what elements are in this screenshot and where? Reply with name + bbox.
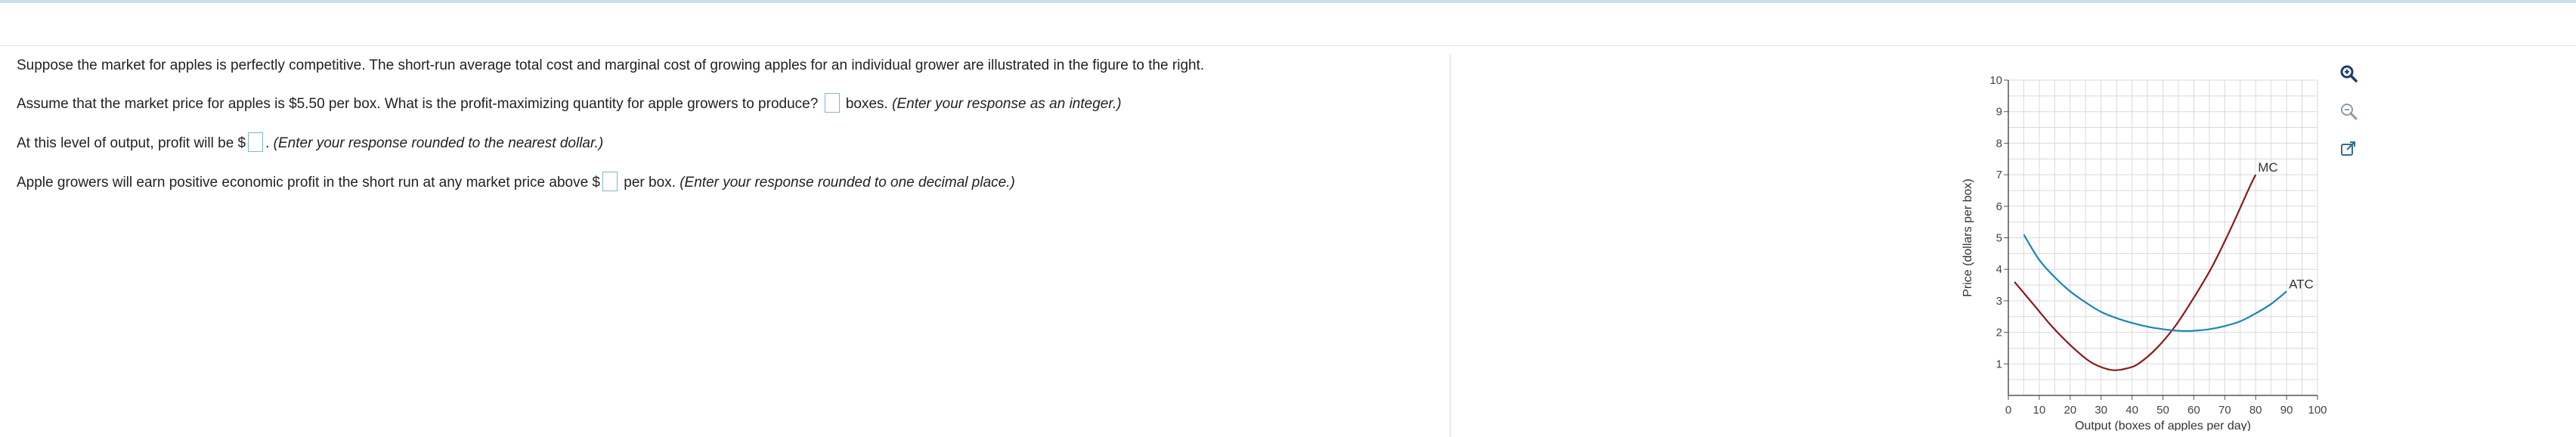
y-tick-label: 9 [1996,106,2002,119]
cost-curves-chart: 0 10 20 30 40 50 60 70 80 90 100 1 2 3 4 5 6 7 8 9 10 Output … [1961,74,2327,431]
profit-prompt: At this level of output, profit will be … [17,135,246,152]
y-tick-label: 10 [1989,74,2002,87]
question-price-threshold: Apple growers will earn positive economi… [17,172,1015,193]
chart-series [2014,174,2287,371]
profit-answer-input[interactable] [248,132,264,152]
y-tick-label: 1 [1996,358,2002,370]
zoom-in-icon [2340,65,2358,82]
threshold-unit: per box. [624,175,676,191]
popout-icon [2341,141,2355,156]
header-divider [0,45,2576,46]
series-label-mc: MC [2258,160,2277,175]
question-intro-text: Suppose the market for apples is perfect… [17,57,1205,73]
y-tick-label: 6 [1996,200,2002,213]
threshold-prompt: Apple growers will earn positive economi… [17,175,600,191]
profit-suffix: . [265,135,270,152]
y-tick-label: 3 [1996,295,2002,308]
zoom-out-button[interactable] [2336,98,2361,124]
quantity-instruction: (Enter your response as an integer.) [892,96,1122,113]
panel-divider [1450,54,1451,437]
x-tick-label: 30 [2095,404,2107,417]
y-tick-label: 7 [1996,169,2002,181]
series-label-atc: ATC [2289,277,2314,291]
question-intro: Suppose the market for apples is perfect… [17,57,1204,75]
question-profit: At this level of output, profit will be … [17,132,604,153]
x-tick-label: 40 [2126,404,2138,417]
threshold-instruction: (Enter your response rounded to one deci… [680,175,1015,191]
question-quantity: Assume that the market price for apples … [17,93,1122,114]
top-accent-bar [0,0,2576,3]
quantity-unit: boxes. [845,96,888,113]
profit-instruction: (Enter your response rounded to the near… [273,135,604,152]
x-tick-label: 20 [2064,404,2076,417]
y-tick-label: 4 [1996,263,2002,276]
x-tick-label: 70 [2218,404,2231,417]
quantity-prompt: Assume that the market price for apples … [17,96,819,113]
chart-grid [2008,79,2318,396]
x-tick-label: 90 [2280,404,2293,417]
x-axis-title: Output (boxes of apples per day) [2075,420,2251,431]
y-tick-label: 5 [1996,232,2002,245]
zoom-out-icon [2341,104,2358,120]
y-axis-title: Price (dollars per box) [1961,178,1974,297]
y-tick-label: 8 [1996,137,2002,150]
quantity-answer-input[interactable] [824,93,840,113]
x-tick-label: 50 [2156,404,2169,417]
chart-axes [2004,79,2318,400]
cost-curves-graph: 0 10 20 30 40 50 60 70 80 90 100 1 2 3 4 5 6 7 8 9 10 Output … [1958,68,2351,431]
x-tick-label: 0 [2005,404,2011,417]
y-tick-label: 2 [1996,327,2002,339]
x-tick-label: 10 [2033,404,2046,417]
x-tick-label: 80 [2249,404,2262,417]
threshold-answer-input[interactable] [602,172,618,191]
popout-button[interactable] [2336,136,2361,162]
x-tick-label: 60 [2187,404,2200,417]
x-tick-label: 100 [2308,404,2327,417]
zoom-in-button[interactable] [2336,60,2361,86]
